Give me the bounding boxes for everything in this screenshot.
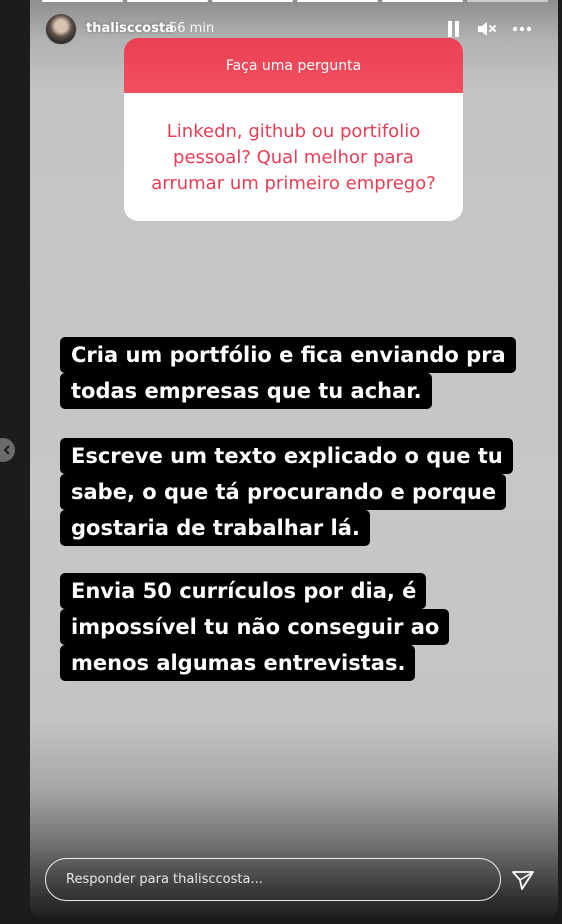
paper-plane-icon <box>512 871 534 890</box>
answer-line: todas empresas que tu achar. <box>60 373 432 409</box>
answer-line: menos algumas entrevistas. <box>60 645 416 681</box>
answer-text-block: Escreve um texto explicado o que tu sabe… <box>60 438 530 546</box>
reply-input[interactable]: Responder para thalisccosta... <box>45 858 501 901</box>
mute-button[interactable] <box>476 20 498 38</box>
answer-line: sabe, o que tá procurando e porque <box>60 474 507 510</box>
progress-segment <box>297 0 378 2</box>
progress-segment <box>127 0 208 2</box>
story-username[interactable]: thalisccosta <box>86 21 174 36</box>
progress-segment <box>212 0 293 2</box>
reply-placeholder: Responder para thalisccosta... <box>66 872 263 887</box>
pause-button[interactable] <box>446 20 462 38</box>
progress-segment <box>42 0 123 2</box>
progress-segment <box>382 0 463 2</box>
pause-icon <box>448 21 459 37</box>
progress-segment <box>467 0 548 2</box>
answer-line: Escreve um texto explicado o que tu <box>60 438 513 474</box>
answer-line: Cria um portfólio e fica enviando pra <box>60 337 516 373</box>
more-dots-icon <box>512 26 532 32</box>
story-viewer[interactable]: thalisccosta 56 min Faça uma pergunta Li… <box>30 0 558 918</box>
answer-text-block: Envia 50 currículos por dia, é impossíve… <box>60 573 530 681</box>
right-backdrop <box>558 0 562 924</box>
avatar[interactable] <box>45 13 77 45</box>
question-sticker-header: Faça uma pergunta <box>124 38 463 93</box>
question-text: Linkedn, github ou portifolio pessoal? Q… <box>151 121 436 194</box>
answer-text-block: Cria um portfólio e fica enviando pra to… <box>60 337 530 409</box>
story-timestamp: 56 min <box>169 21 215 36</box>
answer-line: gostaria de trabalhar lá. <box>60 510 370 546</box>
chevron-left-icon <box>3 445 10 455</box>
answer-line: Envia 50 currículos por dia, é <box>60 573 427 609</box>
question-sticker[interactable]: Faça uma pergunta Linkedn, github ou por… <box>124 38 463 221</box>
left-backdrop <box>0 0 30 924</box>
send-button[interactable] <box>511 868 535 892</box>
answer-line: impossível tu não conseguir ao <box>60 609 450 645</box>
more-options-button[interactable] <box>510 20 534 38</box>
speaker-muted-icon <box>478 22 496 36</box>
story-progress-bar <box>42 0 548 2</box>
